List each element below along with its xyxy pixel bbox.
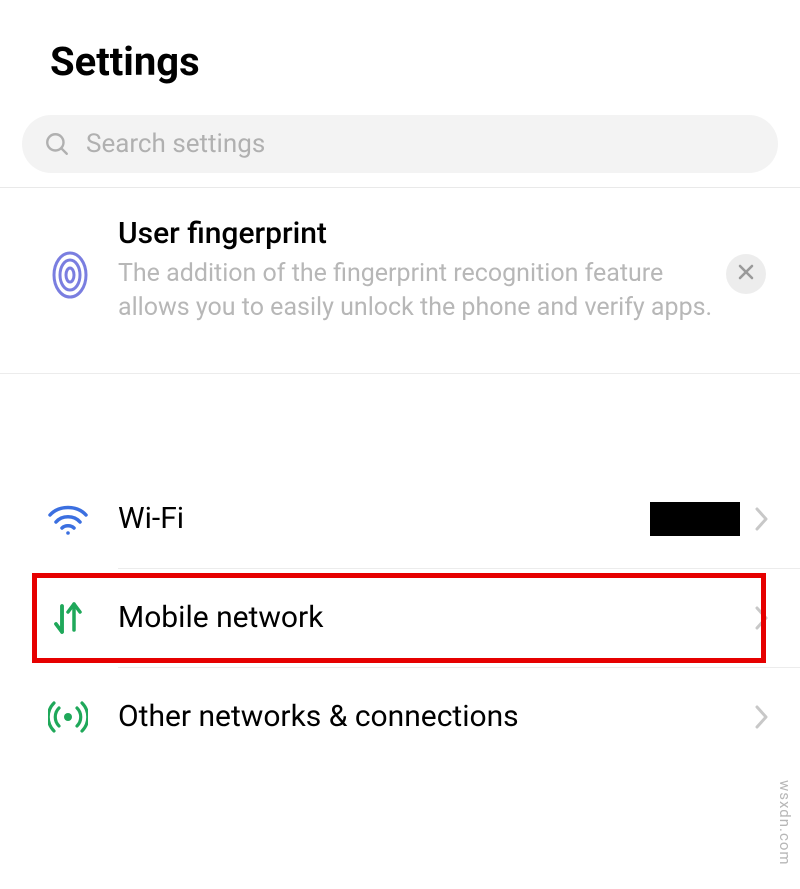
page-title: Settings [0, 0, 800, 115]
broadcast-icon [44, 697, 92, 737]
chevron-right-icon [754, 604, 770, 632]
row-label: Wi-Fi [118, 501, 650, 536]
chevron-right-icon [754, 505, 770, 533]
close-button[interactable] [726, 254, 766, 294]
row-mobile-network[interactable]: Mobile network [0, 569, 800, 667]
wifi-icon [44, 503, 92, 535]
settings-list: Wi-Fi Mobile network [0, 470, 800, 766]
fingerprint-icon [50, 250, 90, 304]
watermark: wsxdn.com [776, 780, 794, 866]
mobile-data-icon [44, 600, 92, 636]
wifi-value-redacted [650, 502, 740, 536]
close-icon [737, 263, 755, 285]
search-icon [44, 131, 70, 157]
row-label: Mobile network [118, 600, 754, 635]
search-placeholder: Search settings [86, 129, 265, 159]
row-label: Other networks & connections [118, 699, 754, 734]
fingerprint-card-title: User fingerprint [118, 216, 714, 251]
fingerprint-card[interactable]: User fingerprint The addition of the fin… [0, 188, 800, 374]
chevron-right-icon [754, 703, 770, 731]
search-bar[interactable]: Search settings [22, 115, 778, 173]
fingerprint-card-description: The addition of the fingerprint recognit… [118, 257, 714, 325]
row-other-networks[interactable]: Other networks & connections [0, 668, 800, 766]
row-wifi[interactable]: Wi-Fi [0, 470, 800, 568]
